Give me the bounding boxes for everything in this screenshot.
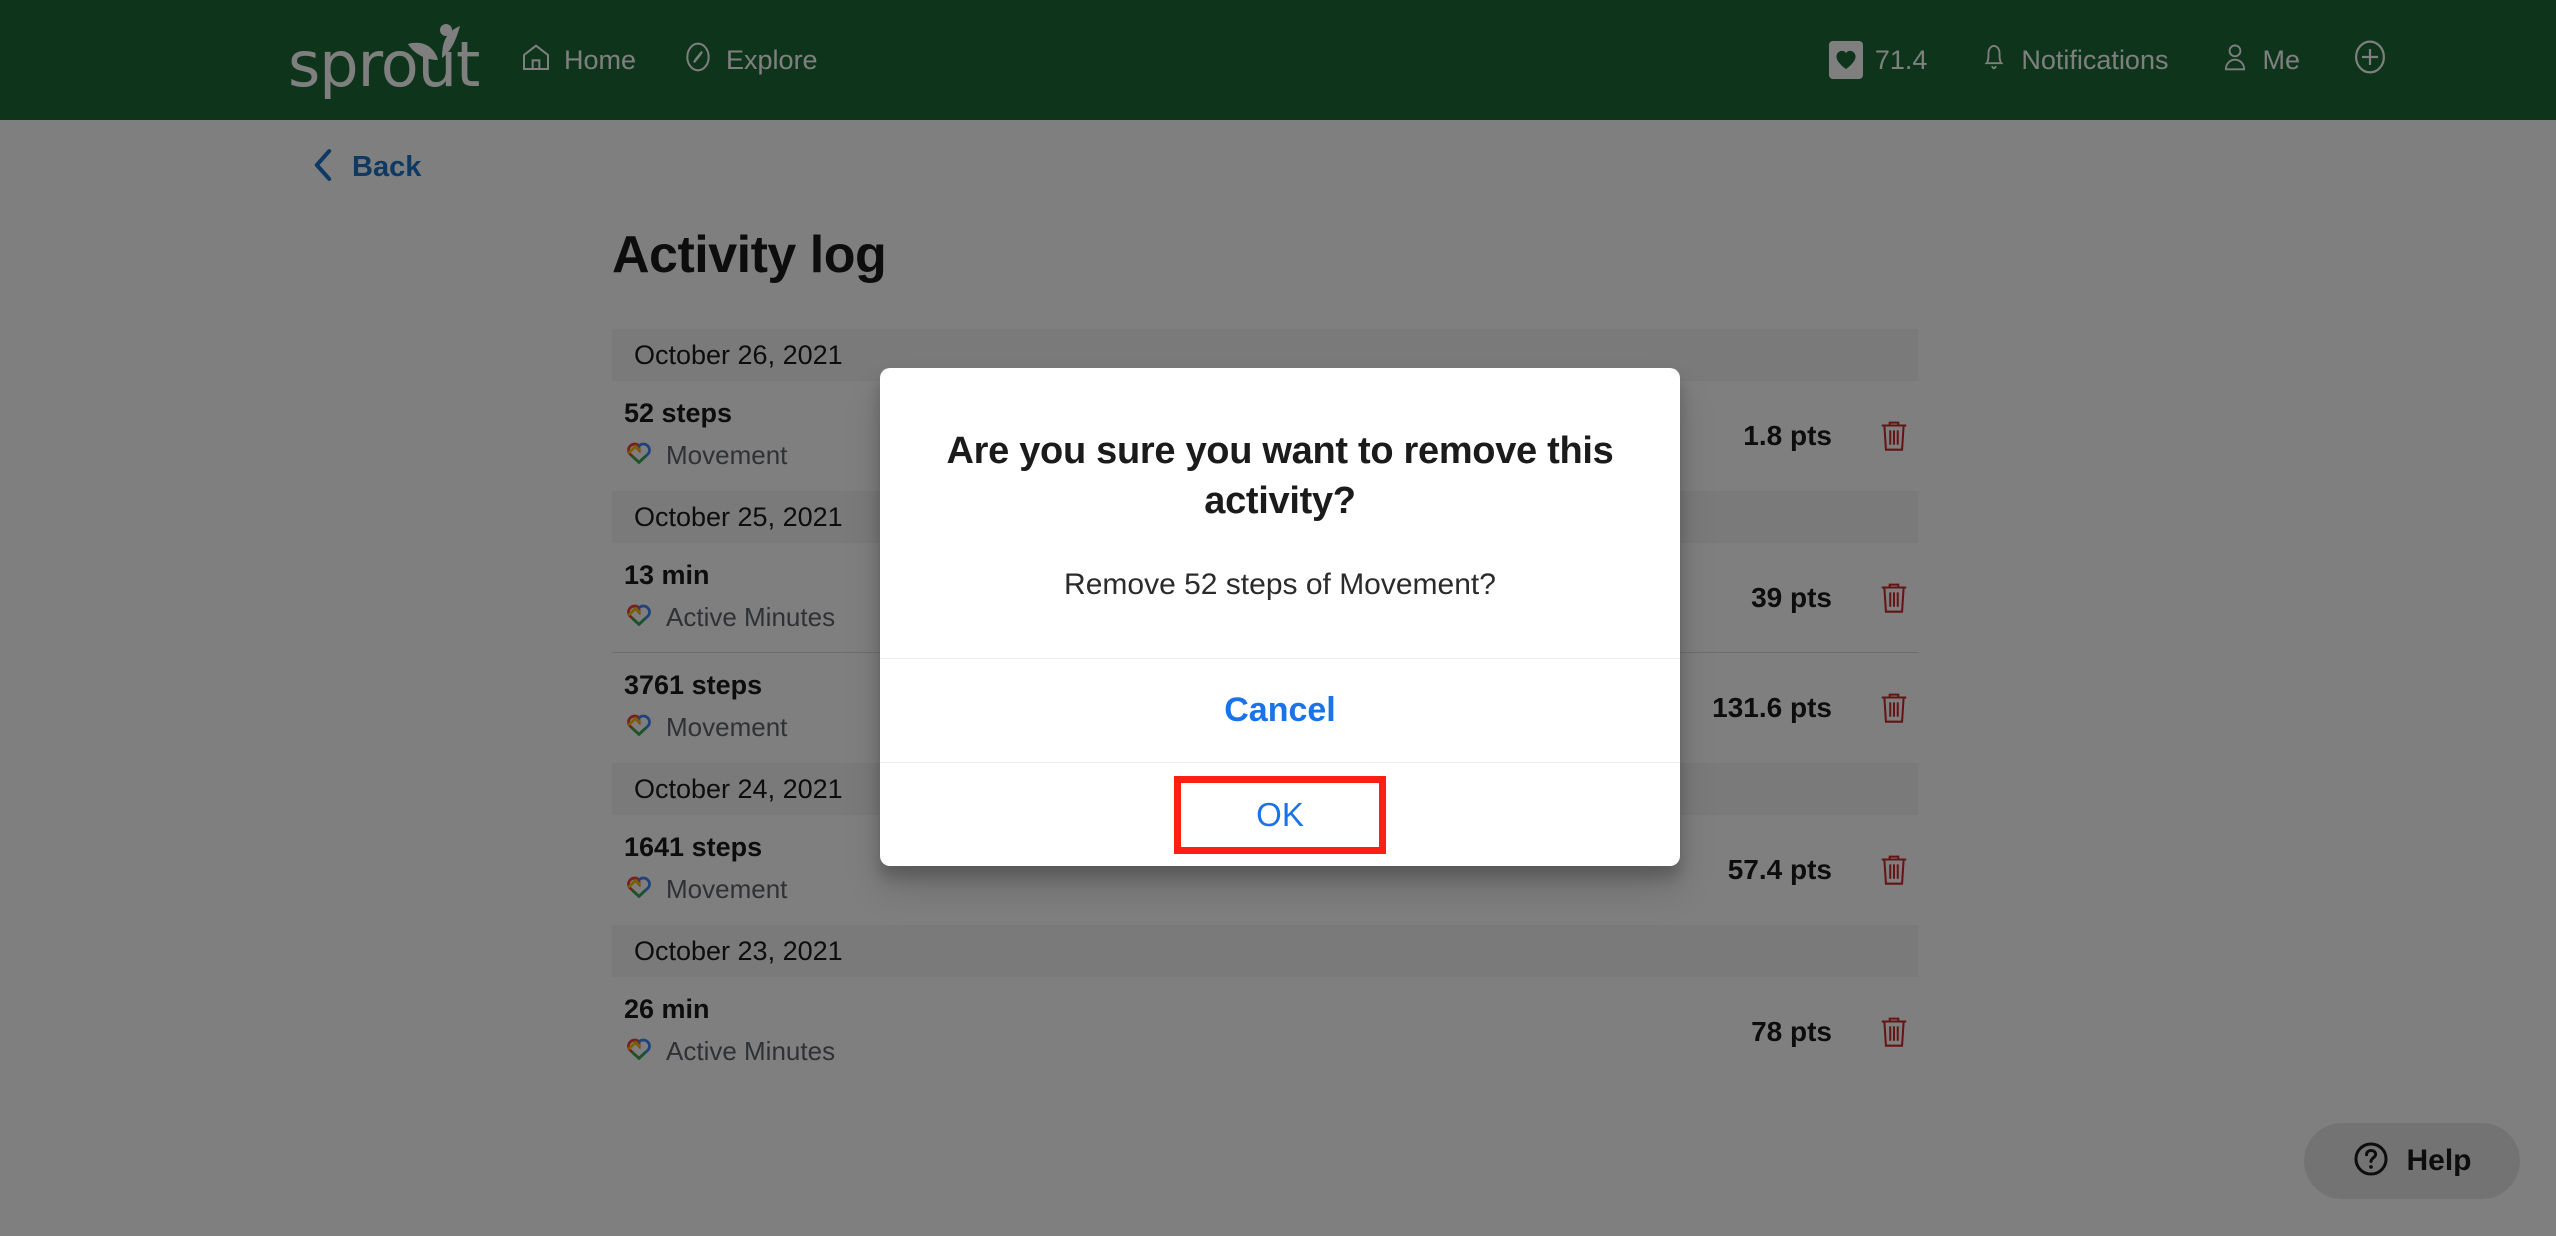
- ok-button-label: OK: [1256, 795, 1304, 833]
- confirm-remove-dialog: Are you sure you want to remove this act…: [880, 368, 1680, 866]
- ok-button-row[interactable]: OK: [880, 762, 1680, 866]
- dialog-title: Are you sure you want to remove this act…: [946, 430, 1614, 522]
- ok-button[interactable]: OK: [1174, 775, 1386, 854]
- cancel-button-label: Cancel: [1224, 691, 1336, 729]
- cancel-button[interactable]: Cancel: [880, 658, 1680, 762]
- dialog-message: Remove 52 steps of Movement?: [1064, 568, 1496, 601]
- dialog-body: Are you sure you want to remove this act…: [880, 368, 1680, 658]
